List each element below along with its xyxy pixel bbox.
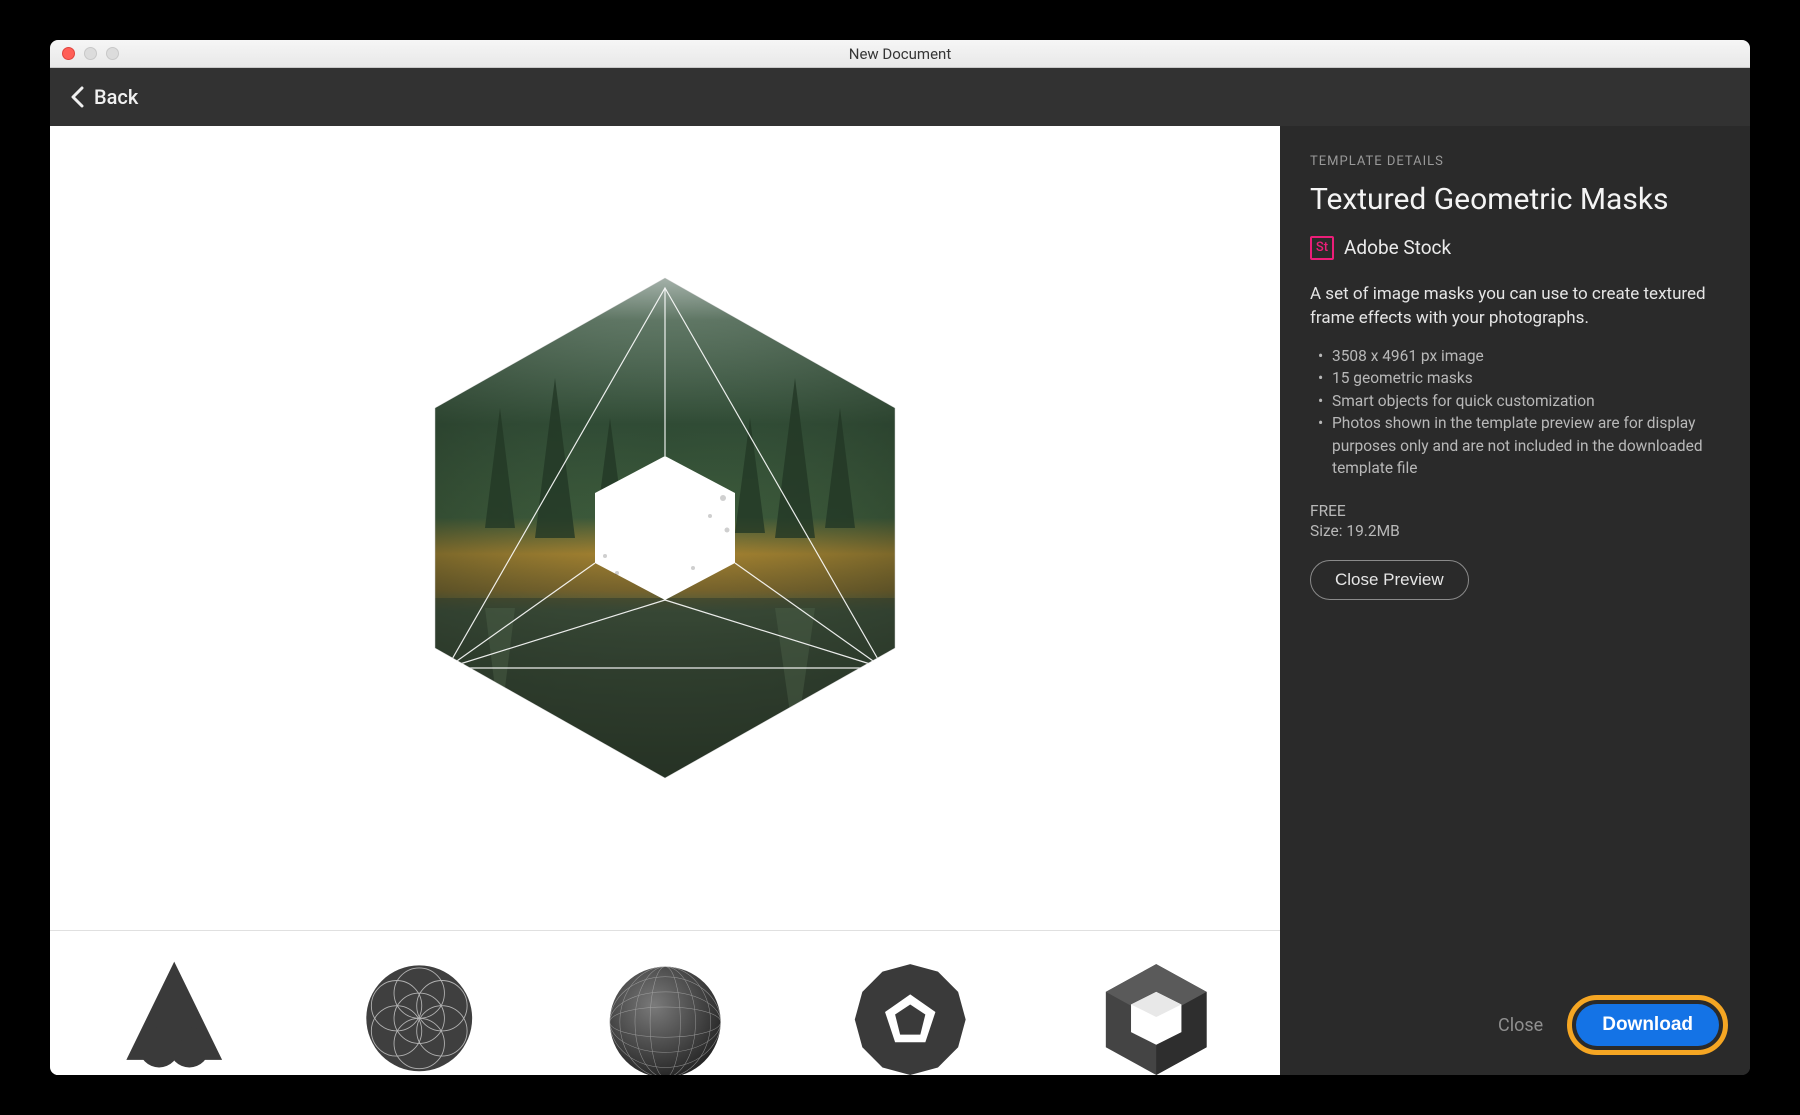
download-label: Download bbox=[1602, 1014, 1693, 1035]
mask-aperture-dodecagon-icon bbox=[812, 949, 1008, 1075]
mask-sphere-grid-icon bbox=[567, 949, 763, 1075]
thumbnail[interactable] bbox=[300, 935, 540, 1075]
footer-actions: Close Download bbox=[1486, 995, 1728, 1055]
bullet-item: Photos shown in the template preview are… bbox=[1314, 412, 1720, 479]
window-close-button[interactable] bbox=[62, 47, 75, 60]
thumbnail[interactable] bbox=[791, 935, 1031, 1075]
close-preview-button[interactable]: Close Preview bbox=[1310, 560, 1469, 600]
template-description: A set of image masks you can use to crea… bbox=[1310, 282, 1720, 331]
provider-row[interactable]: St Adobe Stock bbox=[1310, 236, 1720, 260]
size-label: Size: 19.2MB bbox=[1310, 522, 1720, 540]
bullet-item: Smart objects for quick customization bbox=[1314, 390, 1720, 412]
download-button[interactable]: Download bbox=[1576, 1004, 1719, 1046]
adobe-stock-icon: St bbox=[1310, 236, 1334, 260]
titlebar: New Document bbox=[50, 40, 1750, 68]
window-controls bbox=[50, 47, 119, 60]
content: TEMPLATE DETAILS Textured Geometric Mask… bbox=[50, 126, 1750, 1075]
details-pane: TEMPLATE DETAILS Textured Geometric Mask… bbox=[1280, 126, 1750, 1075]
window-title: New Document bbox=[50, 45, 1750, 63]
thumbnail[interactable] bbox=[54, 935, 294, 1075]
price-label: FREE bbox=[1310, 502, 1720, 520]
bullet-item: 15 geometric masks bbox=[1314, 367, 1720, 389]
back-label: Back bbox=[94, 85, 138, 109]
download-highlight-ring: Download bbox=[1567, 995, 1728, 1055]
preview-pane bbox=[50, 126, 1280, 1075]
window-minimize-button[interactable] bbox=[84, 47, 97, 60]
mask-triangle-drops-icon bbox=[76, 949, 272, 1075]
thumbnail[interactable] bbox=[545, 935, 785, 1075]
new-document-window: New Document Back bbox=[50, 40, 1750, 1075]
thumbnail-strip bbox=[50, 930, 1280, 1075]
provider-name: Adobe Stock bbox=[1344, 236, 1451, 259]
details-section-label: TEMPLATE DETAILS bbox=[1310, 154, 1720, 169]
template-bullets: 3508 x 4961 px image 15 geometric masks … bbox=[1310, 345, 1720, 480]
window-maximize-button[interactable] bbox=[106, 47, 119, 60]
template-hero-image bbox=[405, 268, 925, 788]
thumbnail[interactable] bbox=[1036, 935, 1276, 1075]
close-preview-label: Close Preview bbox=[1335, 570, 1444, 590]
main-preview bbox=[50, 126, 1280, 930]
close-button[interactable]: Close bbox=[1486, 1007, 1555, 1044]
mask-circle-floral-icon bbox=[321, 949, 517, 1075]
template-title: Textured Geometric Masks bbox=[1310, 183, 1720, 218]
bullet-item: 3508 x 4961 px image bbox=[1314, 345, 1720, 367]
mask-cube-hex-icon bbox=[1058, 949, 1254, 1075]
back-button[interactable]: Back bbox=[70, 85, 138, 109]
toolbar: Back bbox=[50, 68, 1750, 126]
chevron-left-icon bbox=[70, 86, 84, 108]
